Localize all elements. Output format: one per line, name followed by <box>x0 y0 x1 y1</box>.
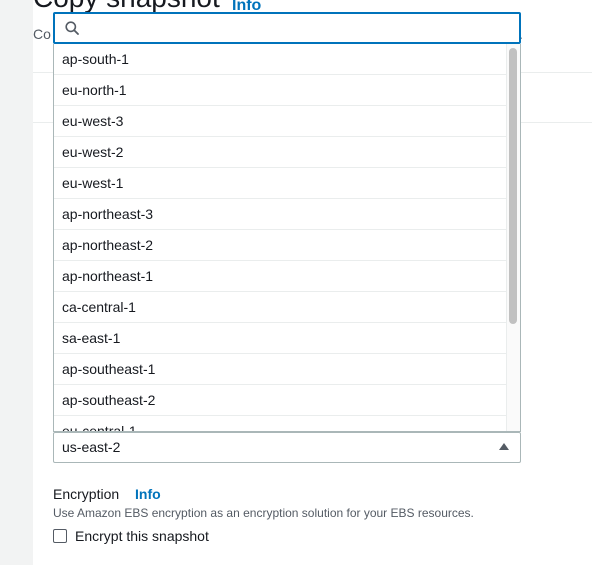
region-dropdown-list: ap-south-1 eu-north-1 eu-west-3 eu-west-2 eu… <box>53 44 521 432</box>
page-description-start: Co <box>33 26 51 42</box>
region-option-ap-northeast-2[interactable]: ap-northeast-2 <box>54 230 507 261</box>
region-option-ap-south-1[interactable]: ap-south-1 <box>54 44 507 75</box>
region-option-ap-northeast-1[interactable]: ap-northeast-1 <box>54 261 507 292</box>
caret-up-icon <box>499 443 509 450</box>
destination-region-select[interactable]: us-east-2 <box>53 432 521 463</box>
region-option-sa-east-1[interactable]: sa-east-1 <box>54 323 507 354</box>
encryption-info-link[interactable]: Info <box>135 486 161 502</box>
region-option-eu-west-2[interactable]: eu-west-2 <box>54 137 507 168</box>
region-option-eu-west-3[interactable]: eu-west-3 <box>54 106 507 137</box>
region-options: ap-south-1 eu-north-1 eu-west-3 eu-west-2 eu… <box>54 44 507 431</box>
region-option-ca-central-1[interactable]: ca-central-1 <box>54 292 507 323</box>
region-option-eu-central-1[interactable]: eu-central-1 <box>54 416 507 431</box>
region-option-eu-north-1[interactable]: eu-north-1 <box>54 75 507 106</box>
encryption-description: Use Amazon EBS encryption as an encrypti… <box>53 506 474 520</box>
region-option-ap-northeast-3[interactable]: ap-northeast-3 <box>54 199 507 230</box>
region-option-ap-southeast-2[interactable]: ap-southeast-2 <box>54 385 507 416</box>
region-option-ap-southeast-1[interactable]: ap-southeast-1 <box>54 354 507 385</box>
encryption-label: Encryption <box>53 486 120 502</box>
region-option-eu-west-1[interactable]: eu-west-1 <box>54 168 507 199</box>
dropdown-scrollbar[interactable] <box>506 44 520 431</box>
encrypt-snapshot-checkbox[interactable] <box>53 529 67 543</box>
search-icon <box>65 21 79 35</box>
region-search-input[interactable] <box>53 12 521 44</box>
encrypt-snapshot-label[interactable]: Encrypt this snapshot <box>75 528 209 544</box>
selected-region-value: us-east-2 <box>62 439 121 455</box>
copy-snapshot-page: Copy snapshot Info Co . ap-south-1eu-nor… <box>0 0 592 565</box>
scrollbar-thumb[interactable] <box>509 48 517 324</box>
left-rail <box>0 0 33 565</box>
